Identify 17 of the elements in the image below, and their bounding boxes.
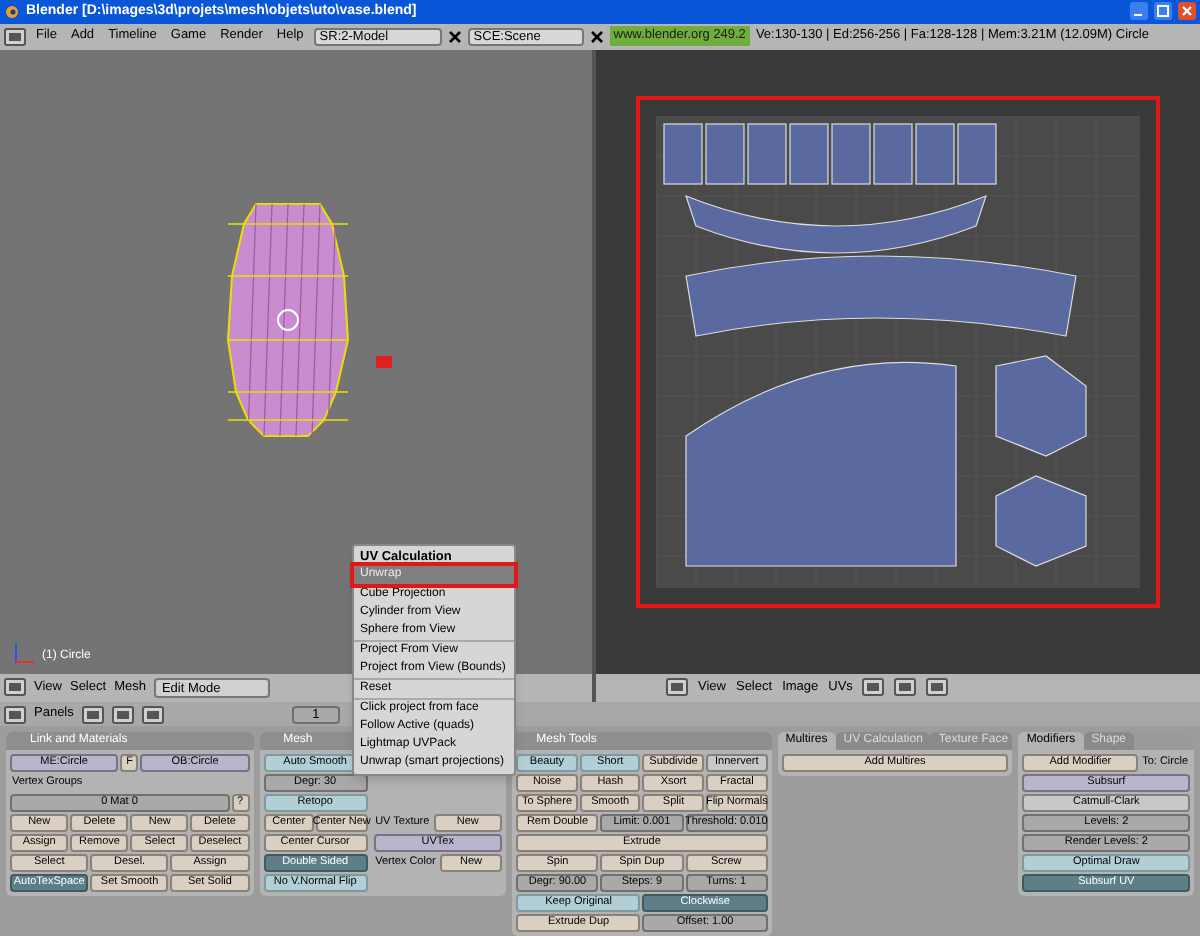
toolbar-icon[interactable]: [894, 678, 917, 697]
minimize-icon[interactable]: [1130, 2, 1148, 21]
close-icon[interactable]: [589, 29, 604, 44]
close-icon[interactable]: [447, 29, 462, 44]
context-icon[interactable]: [141, 705, 164, 724]
window-type-icon[interactable]: [666, 678, 688, 697]
axis-icon: [12, 641, 36, 665]
toolbar-icon[interactable]: [926, 678, 949, 697]
app-logo-icon: [4, 3, 20, 20]
window-type-icon[interactable]: [4, 705, 26, 724]
context-icon[interactable]: [111, 705, 134, 724]
context-icon[interactable]: [81, 705, 104, 724]
close-icon[interactable]: [1178, 2, 1196, 21]
toolbar-icon[interactable]: [862, 678, 885, 697]
window-type-icon[interactable]: [4, 27, 26, 46]
maximize-icon[interactable]: [1154, 2, 1172, 21]
window-type-icon[interactable]: [4, 678, 26, 697]
